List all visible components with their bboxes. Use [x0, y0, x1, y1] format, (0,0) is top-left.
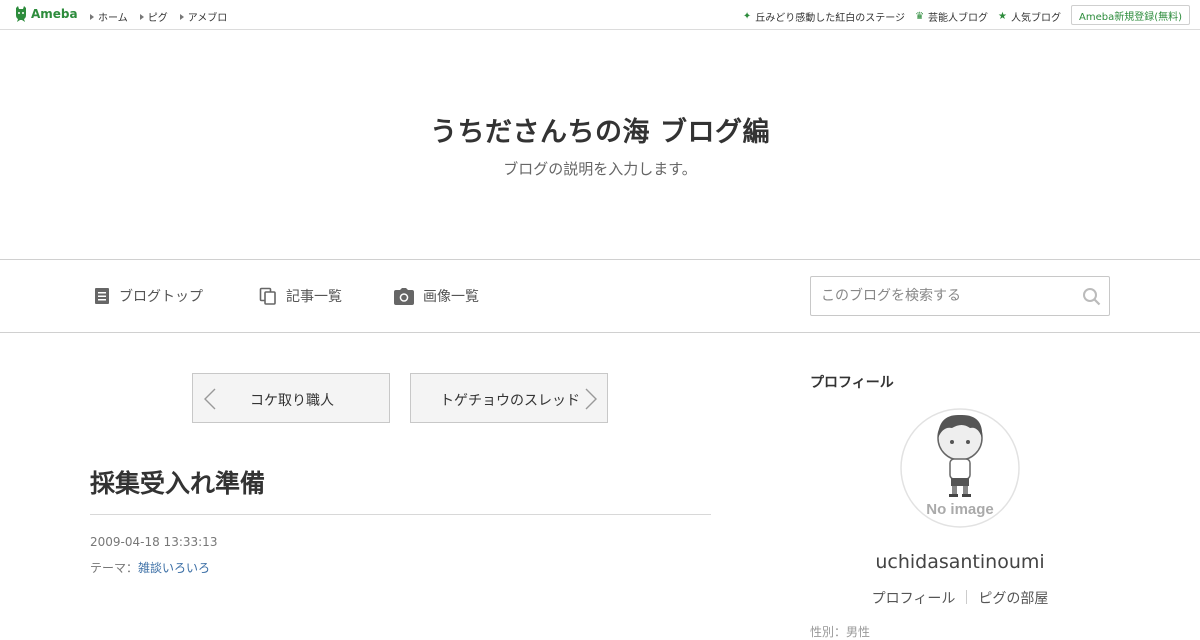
global-link-ameblo[interactable]: アメブロ [179, 9, 228, 24]
nav-article-list[interactable]: 記事一覧 [259, 286, 342, 306]
nav-label: 記事一覧 [286, 289, 342, 305]
global-link-celebrity-blogs[interactable]: ♛ 芸能人ブログ [915, 9, 988, 24]
theme-label: テーマ： [90, 561, 139, 575]
article-title[interactable]: 採集受入れ準備 [90, 464, 265, 500]
prev-article-title: コケ取り職人 [250, 393, 334, 409]
register-button[interactable]: Ameba新規登録(無料) [1070, 5, 1190, 25]
logo-text: Ameba [31, 7, 78, 21]
chevron-left-icon [204, 388, 216, 410]
article-date: 2009-04-18 13:33:13 [90, 535, 218, 549]
global-link-pigg[interactable]: ピグ [139, 9, 168, 24]
arrow-right-icon [90, 13, 94, 20]
link-label: ピグ [147, 13, 168, 24]
blog-nav: ブログトップ 記事一覧 画像一覧 [0, 259, 1200, 333]
profile-gender: 性別：男性 [810, 625, 871, 639]
sparkle-icon: ✦ [742, 10, 752, 22]
profile-heading: プロフィール [810, 375, 894, 391]
link-label: 人気ブログ [1011, 13, 1061, 24]
nav-blog-top[interactable]: ブログトップ [94, 286, 203, 306]
link-label: 芸能人ブログ [928, 13, 989, 24]
ameba-mascot-icon [16, 6, 26, 22]
link-label: アメブロ [187, 13, 228, 24]
global-link-trending[interactable]: ✦ 丘みどり感動した紅白のステージ [743, 9, 905, 24]
next-article-button[interactable]: トゲチョウのスレッド [410, 373, 608, 423]
search-icon[interactable] [1082, 287, 1101, 310]
copy-icon [259, 287, 276, 305]
arrow-right-icon [179, 13, 184, 20]
camera-icon [394, 287, 414, 305]
blog-search [810, 276, 1110, 316]
profile-link[interactable]: プロフィール [872, 588, 956, 608]
theme-link[interactable]: 雑談いろいろ [138, 561, 210, 575]
global-header: Ameba ホーム ピグ アメブロ ✦ 丘みどり感動した紅白のステージ ♛ 芸能人ブ… [0, 0, 1200, 30]
avatar-placeholder-text: No image [926, 501, 994, 518]
global-link-popular-blogs[interactable]: ★ 人気ブログ [998, 9, 1061, 24]
document-icon [95, 288, 109, 304]
chevron-right-icon [585, 388, 597, 410]
link-label: ホーム [98, 13, 128, 24]
global-nav-left: ホーム ピグ アメブロ [90, 9, 227, 24]
blog-description: ブログの説明を入力します。 [503, 160, 697, 178]
no-image-avatar-icon: No image [900, 408, 1020, 528]
profile-links: プロフィール ピグの部屋 [810, 588, 1110, 608]
global-link-home[interactable]: ホーム [90, 9, 128, 24]
nav-label: 画像一覧 [423, 289, 479, 305]
link-label: 丘みどり感動した紅白のステージ [755, 13, 906, 24]
global-nav-right: ✦ 丘みどり感動した紅白のステージ ♛ 芸能人ブログ ★ 人気ブログ [743, 9, 1061, 24]
pigg-room-link[interactable]: ピグの部屋 [978, 588, 1048, 608]
search-input[interactable] [811, 277, 1073, 315]
avatar[interactable]: No image [900, 408, 1020, 528]
nav-image-list[interactable]: 画像一覧 [394, 286, 479, 306]
crown-icon: ♛ [915, 10, 925, 22]
star-icon: ★ [998, 10, 1007, 22]
nav-label: ブログトップ [119, 289, 203, 305]
ameba-logo[interactable]: Ameba [14, 6, 78, 22]
article-theme: テーマ：雑談いろいろ [90, 559, 210, 576]
blog-header: うちださんちの海 ブログ編 ブログの説明を入力します。 [0, 30, 1200, 259]
profile-username[interactable]: uchidasantinoumi [810, 551, 1110, 573]
link-separator [966, 590, 968, 604]
divider [90, 514, 711, 515]
blog-title[interactable]: うちださんちの海 ブログ編 [0, 110, 1200, 149]
arrow-right-icon [139, 13, 144, 20]
prev-article-button[interactable]: コケ取り職人 [192, 373, 390, 423]
next-article-title: トゲチョウのスレッド [440, 393, 580, 409]
